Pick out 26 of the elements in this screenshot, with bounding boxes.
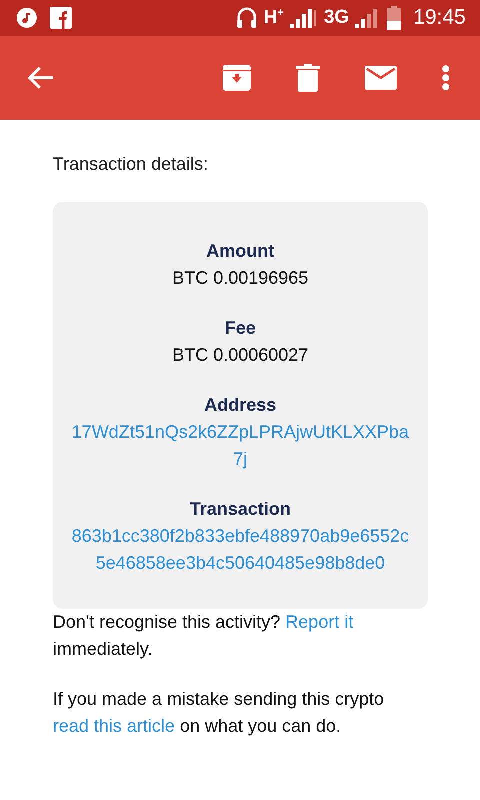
paragraph: If you made a mistake sending this crypto read this article on what you can do.	[53, 688, 386, 738]
text-link[interactable]: Report it	[286, 612, 354, 632]
trash-icon[interactable]	[296, 64, 320, 92]
detail-value: BTC 0.00060027	[171, 344, 310, 367]
clock: 19:45	[413, 6, 466, 30]
signal-icon	[290, 8, 318, 28]
network-type: 3G	[324, 7, 350, 29]
detail-label: Amount	[206, 240, 274, 263]
music-note-icon	[16, 7, 38, 29]
detail-label: Address	[204, 394, 277, 417]
headphones-icon	[236, 6, 258, 30]
detail-label: Transaction	[190, 498, 292, 521]
text-link[interactable]: read this article	[53, 716, 176, 736]
detail-link[interactable]: 863b1cc380f2b833ebfe488970ab9e6552c5e46858ee3b4c50640485e98b8de0	[68, 523, 413, 577]
archive-icon[interactable]	[223, 65, 251, 91]
network-type: H$^{+}$	[264, 6, 284, 30]
detail-link[interactable]: 17WdZt51nQs2k6ZZpLPRAjwUtKLXXPba7j	[68, 419, 413, 473]
section-heading: Transaction details:	[53, 153, 210, 176]
facebook-icon	[50, 7, 72, 29]
battery-icon	[387, 6, 402, 30]
paragraph: Don't recognise this activity? Report it immediately.	[53, 611, 355, 661]
back-arrow-icon[interactable]	[28, 66, 54, 90]
detail-value: BTC 0.00196965	[171, 267, 310, 290]
detail-label: Fee	[224, 317, 256, 340]
mail-icon[interactable]	[365, 66, 397, 90]
more-options-icon[interactable]	[442, 65, 450, 91]
